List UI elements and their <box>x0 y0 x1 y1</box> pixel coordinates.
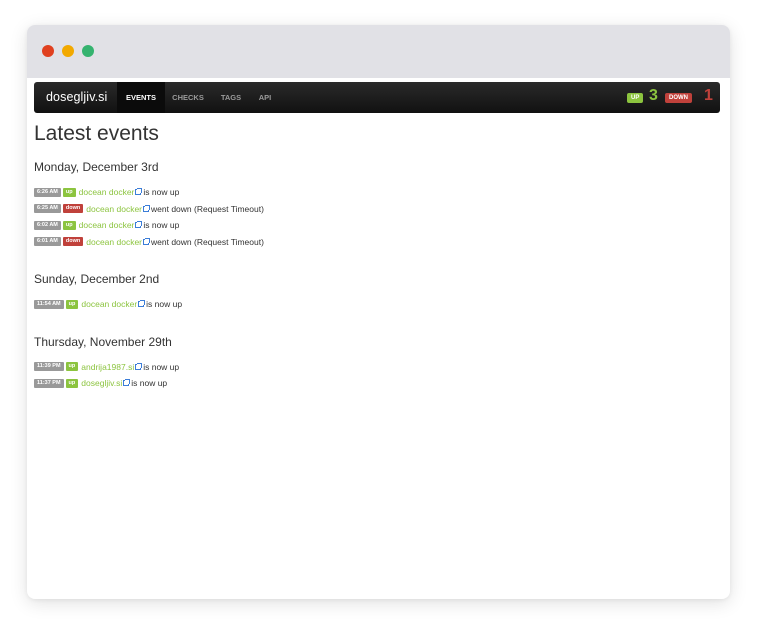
window-titlebar <box>27 25 730 78</box>
check-name-link[interactable]: docean docker <box>86 204 142 214</box>
event-row: 6:01 AM down docean docker went down (Reque… <box>34 234 720 251</box>
external-link-icon[interactable] <box>135 362 143 370</box>
events-list: Monday, December 3rd 6:26 AM up docean dock… <box>34 160 720 392</box>
external-link-icon[interactable] <box>143 237 151 245</box>
check-name-link[interactable]: docean docker <box>81 299 137 309</box>
event-row: 6:02 AM up docean docker is now up <box>34 217 720 234</box>
event-row: 6:26 AM up docean docker is now up <box>34 184 720 201</box>
top-navbar: dosegljiv.si EVENTS CHECKS TAGS API UP 3… <box>34 82 720 113</box>
event-time-badge: 11:54 AM <box>34 299 64 309</box>
event-message: is now up <box>143 187 180 198</box>
brand-link[interactable]: dosegljiv.si <box>46 90 107 104</box>
day-heading: Sunday, December 2nd <box>34 272 160 286</box>
browser-window: dosegljiv.si EVENTS CHECKS TAGS API UP 3… <box>27 25 730 599</box>
event-time-badge: 6:02 AM <box>34 220 61 230</box>
event-time-badge: 6:25 AM <box>34 204 61 214</box>
check-name-link[interactable]: dosegljiv.si <box>81 378 122 388</box>
check-name-link[interactable]: docean docker <box>79 220 135 230</box>
day-group: Sunday, December 2nd 11:54 AM up docean doc… <box>34 272 720 313</box>
nav-events[interactable]: EVENTS <box>117 82 165 113</box>
event-row: 11:37 PM up dosegljiv.si is now up <box>34 375 720 392</box>
event-status-badge: up <box>65 378 79 388</box>
external-link-icon[interactable] <box>123 379 131 387</box>
down-count[interactable]: 1 <box>704 87 713 105</box>
event-status-badge: down <box>62 204 84 214</box>
external-link-icon[interactable] <box>135 188 143 196</box>
maximize-window-button[interactable] <box>82 45 94 57</box>
event-message: is now up <box>143 361 180 372</box>
external-link-icon[interactable] <box>138 300 146 308</box>
event-time-badge: 11:37 PM <box>34 378 64 388</box>
main-content: Latest events Monday, December 3rd 6:26 A… <box>34 122 720 414</box>
check-name-link[interactable]: docean docker <box>86 237 142 247</box>
event-status-badge: down <box>62 237 84 247</box>
event-time-badge: 6:01 AM <box>34 237 61 247</box>
check-name-link[interactable]: docean docker <box>79 187 135 197</box>
day-group: Thursday, November 29th 11:39 PM up andrija… <box>34 335 720 392</box>
event-status-badge: up <box>65 299 79 309</box>
event-status-badge: up <box>65 362 79 372</box>
up-count[interactable]: 3 <box>649 87 658 105</box>
day-heading: Monday, December 3rd <box>34 160 159 174</box>
event-status-badge: up <box>62 220 76 230</box>
external-link-icon[interactable] <box>135 221 143 229</box>
page-title: Latest events <box>34 122 159 145</box>
day-heading: Thursday, November 29th <box>34 334 172 349</box>
down-status-badge[interactable]: DOWN <box>665 93 692 103</box>
nav-tags[interactable]: TAGS <box>218 82 244 113</box>
event-row: 6:25 AM down docean docker went down (Reque… <box>34 201 720 218</box>
event-message: is now up <box>143 220 180 231</box>
event-row: 11:39 PM up andrija1987.si is now up <box>34 359 720 376</box>
event-message: is now up <box>146 299 183 310</box>
day-group: Monday, December 3rd 6:26 AM up docean dock… <box>34 160 720 250</box>
external-link-icon[interactable] <box>143 204 151 212</box>
close-window-button[interactable] <box>42 45 54 57</box>
event-time-badge: 11:39 PM <box>34 362 64 372</box>
event-time-badge: 6:26 AM <box>34 187 61 197</box>
minimize-window-button[interactable] <box>62 45 74 57</box>
nav-api[interactable]: API <box>255 82 275 113</box>
nav-checks[interactable]: CHECKS <box>168 82 208 113</box>
event-message: is now up <box>131 378 168 389</box>
event-status-badge: up <box>62 187 76 197</box>
event-row: 11:54 AM up docean docker is now up <box>34 296 720 313</box>
up-status-badge[interactable]: UP <box>627 93 644 103</box>
check-name-link[interactable]: andrija1987.si <box>81 362 134 372</box>
event-message: went down (Request Timeout) <box>151 203 264 214</box>
event-message: went down (Request Timeout) <box>151 236 264 247</box>
